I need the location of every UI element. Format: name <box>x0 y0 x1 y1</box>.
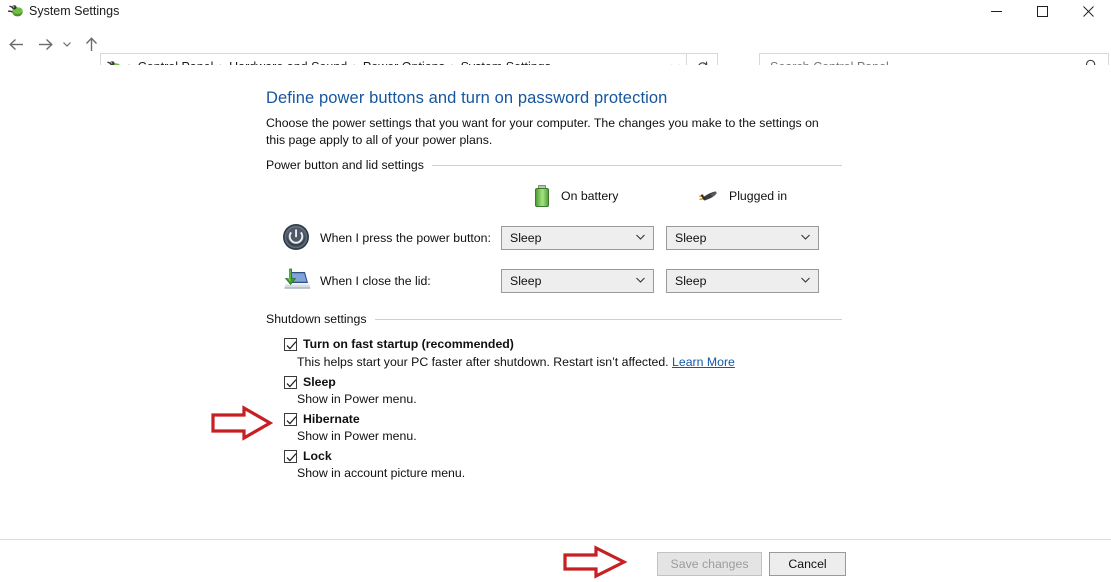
checkbox-sleep[interactable] <box>284 376 297 389</box>
lid-on-battery-select[interactable]: Sleep <box>501 269 654 293</box>
window-titlebar: System Settings <box>0 0 1111 23</box>
checkbox-label-sleep: Sleep <box>303 375 336 389</box>
section-divider-line <box>374 318 842 320</box>
checkbox-sub-text-fast-startup: This helps start your PC faster after sh… <box>297 355 669 369</box>
checkbox-fast-startup[interactable] <box>284 338 297 351</box>
laptop-lid-icon <box>281 267 311 296</box>
power-lid-section-label: Power button and lid settings <box>266 158 424 172</box>
close-button[interactable] <box>1065 0 1111 23</box>
chevron-down-icon <box>635 274 646 288</box>
cancel-button[interactable]: Cancel <box>769 552 846 576</box>
power-button-on-battery-value: Sleep <box>510 231 542 245</box>
chevron-down-icon <box>800 231 811 245</box>
lid-row-label: When I close the lid: <box>320 274 431 288</box>
footer-divider <box>0 539 1111 540</box>
power-button-on-battery-select[interactable]: Sleep <box>501 226 654 250</box>
save-changes-pointer-arrow <box>563 545 628 582</box>
page-title: Define power buttons and turn on passwor… <box>266 89 668 107</box>
checkbox-hibernate[interactable] <box>284 413 297 426</box>
checkbox-sub-hibernate: Show in Power menu. <box>297 429 417 443</box>
checkbox-label-hibernate: Hibernate <box>303 412 360 426</box>
page-description: Choose the power settings that you want … <box>266 116 819 147</box>
power-button-row-label: When I press the power button: <box>320 231 491 245</box>
control-panel-icon <box>8 3 24 19</box>
column-header-plugged-in-label: Plugged in <box>729 189 788 203</box>
shutdown-section-header: Shutdown settings <box>266 312 842 326</box>
hibernate-pointer-arrow <box>211 405 274 444</box>
back-button[interactable] <box>3 31 29 57</box>
chevron-down-icon <box>635 231 646 245</box>
power-button-plugged-in-select[interactable]: Sleep <box>666 226 819 250</box>
minimize-button[interactable] <box>973 0 1019 23</box>
learn-more-link[interactable]: Learn More <box>672 355 735 369</box>
checkbox-row-fast-startup[interactable]: Turn on fast startup (recommended) <box>284 337 514 351</box>
checkbox-label-lock: Lock <box>303 449 332 463</box>
column-header-on-battery-label: On battery <box>561 189 619 203</box>
column-header-on-battery: On battery <box>534 185 618 207</box>
cancel-label: Cancel <box>788 557 827 571</box>
battery-icon <box>534 185 550 207</box>
power-plug-icon <box>694 188 718 204</box>
chevron-down-icon <box>800 274 811 288</box>
content-area: Define power buttons and turn on passwor… <box>0 65 1111 539</box>
save-changes-label: Save changes <box>670 557 749 571</box>
checkbox-row-lock[interactable]: Lock <box>284 449 332 463</box>
save-changes-button[interactable]: Save changes <box>657 552 762 576</box>
checkbox-sub-lock: Show in account picture menu. <box>297 466 466 480</box>
recent-locations-chevron-down-icon[interactable] <box>58 31 76 57</box>
maximize-button[interactable] <box>1019 0 1065 23</box>
checkbox-row-hibernate[interactable]: Hibernate <box>284 412 360 426</box>
lid-plugged-in-value: Sleep <box>675 274 707 288</box>
lid-on-battery-value: Sleep <box>510 274 542 288</box>
column-header-plugged-in: Plugged in <box>694 188 787 204</box>
window-title: System Settings <box>29 4 120 18</box>
power-lid-section-header: Power button and lid settings <box>266 158 842 172</box>
forward-button[interactable] <box>32 31 58 57</box>
checkbox-sub-fast-startup: This helps start your PC faster after sh… <box>297 355 735 369</box>
checkbox-label-fast-startup: Turn on fast startup (recommended) <box>303 337 514 351</box>
checkbox-sub-sleep: Show in Power menu. <box>297 392 417 406</box>
shutdown-section-label: Shutdown settings <box>266 312 367 326</box>
lid-plugged-in-select[interactable]: Sleep <box>666 269 819 293</box>
section-divider-line <box>431 164 842 166</box>
navigation-bar: › Control Panel › Hardware and Sound › P… <box>0 23 1111 80</box>
checkbox-row-sleep[interactable]: Sleep <box>284 375 336 389</box>
power-button-plugged-in-value: Sleep <box>675 231 707 245</box>
window-controls <box>973 0 1111 23</box>
checkbox-lock[interactable] <box>284 450 297 463</box>
power-button-icon <box>282 223 310 254</box>
